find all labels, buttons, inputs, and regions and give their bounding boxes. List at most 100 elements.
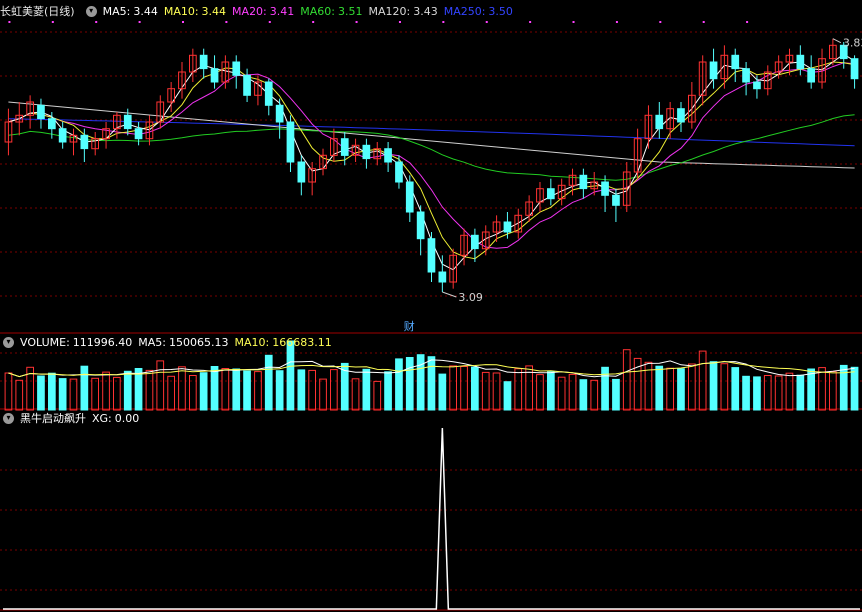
- volume-bar: [113, 376, 121, 411]
- volume-bar: [275, 370, 284, 411]
- volume-bar: [58, 378, 67, 411]
- volume-bar: [547, 371, 555, 411]
- candle-body: [471, 234, 479, 250]
- volume-bar: [416, 354, 425, 411]
- vol-ma10-label: MA10:: [234, 335, 270, 349]
- volume-bar: [460, 366, 468, 411]
- ma20-legend: MA20: 3.41: [232, 5, 294, 18]
- volume-bar: [4, 372, 13, 411]
- ma60-line: [8, 114, 855, 181]
- candle-body: [405, 181, 414, 213]
- volume-bar: [514, 368, 523, 411]
- volume-bar: [503, 381, 512, 411]
- volume-bar: [69, 378, 78, 411]
- volume-bar: [655, 365, 664, 411]
- indicator-name: 黑牛启动飙升: [20, 412, 86, 425]
- candle-body: [384, 148, 392, 163]
- signal-dot: [268, 21, 271, 23]
- candle-body: [655, 114, 664, 130]
- signal-dot: [138, 21, 141, 23]
- volume-bar: [145, 369, 154, 411]
- signal-dot: [398, 21, 401, 23]
- volume-bar: [579, 379, 588, 411]
- volume-bar: [568, 373, 577, 411]
- volume-bar: [243, 370, 251, 411]
- signal-dot: [312, 21, 315, 23]
- candle-body: [579, 174, 588, 190]
- volume-bar: [720, 363, 729, 411]
- volume-bar: [178, 366, 186, 411]
- ma60-label: MA60:: [300, 4, 335, 18]
- volume-bar: [48, 372, 56, 411]
- volume-bar: [796, 374, 805, 411]
- volume-bar: [264, 354, 273, 411]
- candle-body: [807, 68, 815, 83]
- max-price-pointer: [832, 38, 842, 44]
- volume-bar: [785, 372, 794, 411]
- min-price-label: 3.09: [458, 291, 483, 304]
- volume-bar: [492, 372, 501, 411]
- ma120-value: 3.43: [413, 4, 438, 18]
- candle-body: [362, 144, 371, 160]
- earnings-event-marker: 财: [404, 319, 415, 333]
- candle-body: [709, 61, 718, 80]
- signal-dot: [95, 21, 98, 23]
- indicator-panel-menu-icon[interactable]: ▾: [3, 412, 14, 424]
- volume-bar: [753, 376, 761, 411]
- signal-dot: [746, 21, 749, 23]
- volume-panel-menu-icon[interactable]: ▾: [3, 336, 14, 348]
- xg-value: 0.00: [114, 411, 140, 425]
- vol-ma10-legend: MA10: 166683.11: [235, 336, 332, 349]
- ma120-label: MA120:: [368, 4, 411, 18]
- volume-bar: [362, 368, 371, 411]
- volume-bar: [15, 379, 24, 411]
- candle-body: [547, 188, 555, 200]
- volume-bar: [123, 370, 132, 411]
- signal-dot: [529, 21, 532, 23]
- volume-bar: [612, 378, 620, 411]
- price-panel-menu-icon[interactable]: ▾: [85, 5, 97, 17]
- volume-bar: [449, 365, 457, 411]
- volume-value: 111996.40: [72, 335, 133, 349]
- volume-bar: [471, 366, 479, 411]
- candle-body: [286, 121, 295, 163]
- volume-bar: [330, 369, 338, 411]
- candle-body: [232, 61, 241, 76]
- volume-bar: [818, 367, 826, 411]
- volume-bar: [829, 371, 837, 411]
- volume-bar: [677, 368, 685, 411]
- ma5-value: 3.44: [133, 4, 158, 18]
- volume-bar: [351, 378, 360, 411]
- volume-bar: [308, 369, 316, 411]
- candle-body: [612, 194, 620, 206]
- candle-body: [275, 104, 284, 123]
- signal-dot: [355, 21, 358, 23]
- signal-dot: [225, 21, 228, 23]
- candle-body: [297, 161, 306, 183]
- volume-bar: [395, 358, 403, 411]
- volume-label: VOLUME:: [20, 335, 70, 349]
- candle-body: [264, 81, 273, 106]
- ma60-value: 3.51: [337, 4, 363, 18]
- volume-bar: [286, 340, 295, 411]
- candle-body: [340, 138, 349, 156]
- chart-canvas: 3.83 3.09 财: [0, 21, 862, 611]
- ma20-value: 3.41: [269, 4, 295, 18]
- candle-body: [48, 118, 56, 130]
- candle-body: [503, 221, 512, 233]
- volume-bar: [254, 371, 262, 411]
- signal-dot: [8, 21, 11, 23]
- volume-bar: [688, 363, 696, 411]
- volume-bar: [807, 368, 815, 411]
- ma10-label: MA10:: [163, 4, 199, 18]
- candle-body: [427, 238, 436, 273]
- vol-ma5-label: MA5:: [138, 335, 167, 349]
- ma20-label: MA20:: [232, 4, 267, 18]
- xg-label: XG:: [92, 411, 112, 425]
- volume-bar: [742, 375, 750, 411]
- volume-legend: ▾ VOLUME: 111996.40 MA5: 150065.13 MA10: 16…: [0, 333, 332, 351]
- volume-bar: [405, 357, 414, 411]
- ma10-legend: MA10: 3.44: [164, 5, 226, 18]
- ma250-legend: MA250: 3.50: [444, 5, 513, 18]
- volume-bar: [481, 371, 490, 411]
